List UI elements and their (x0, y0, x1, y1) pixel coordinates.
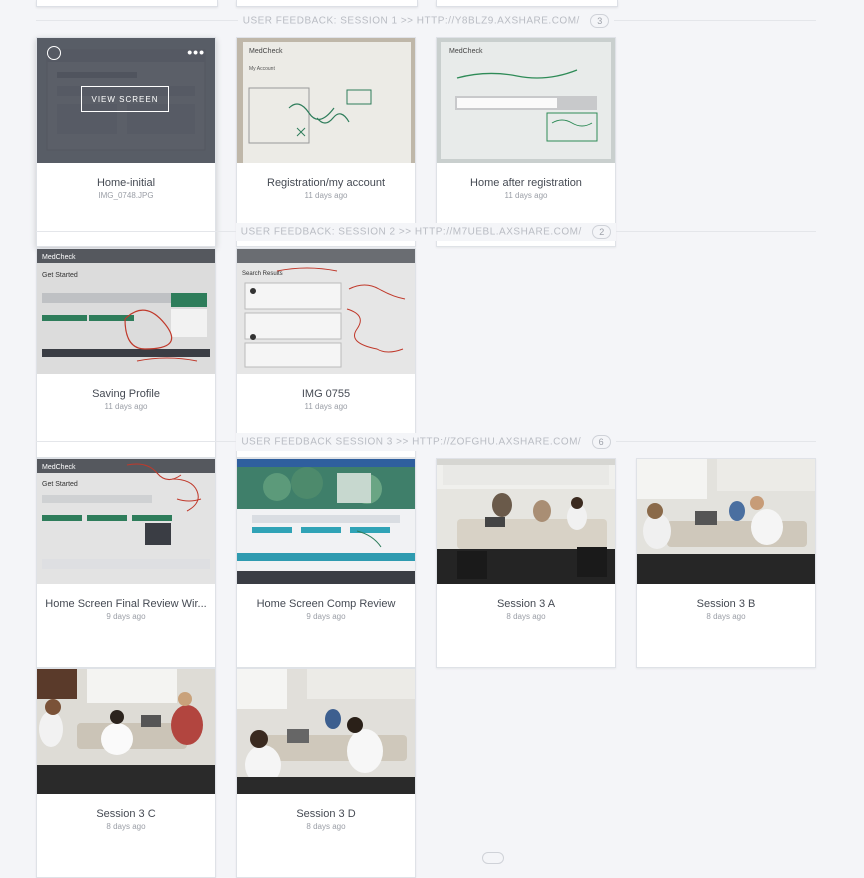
screen-thumbnail: MedCheck Get Started (37, 249, 215, 374)
brand-label: MedCheck (449, 48, 483, 55)
screen-card-home-initial[interactable]: ••• VIEW SCREEN Home-initial IMG_0748.JP… (36, 37, 216, 247)
card-subtitle: 8 days ago (706, 612, 746, 621)
screen-thumbnail (237, 669, 415, 794)
card-edge (236, 0, 418, 7)
count-badge: 2 (592, 224, 612, 239)
card-title[interactable]: Home Screen Comp Review (243, 598, 409, 610)
card-title[interactable]: Session 3 D (243, 808, 409, 820)
card-title[interactable]: Session 3 B (643, 598, 809, 610)
screen-card-home-screen-comp[interactable]: Home Screen Comp Review 9 days ago (236, 458, 416, 668)
card-title[interactable]: Home-initial (43, 177, 209, 189)
section-header: USER FEEDBACK: SESSION 1 >> HTTP://Y8BLZ… (36, 12, 816, 30)
screen-card-session-3a[interactable]: Session 3 A 8 days ago (436, 458, 616, 668)
card-title[interactable]: IMG 0755 (243, 388, 409, 400)
card-subtitle: 11 days ago (304, 402, 348, 411)
card-title[interactable]: Registration/my account (243, 177, 409, 189)
screen-card-session-3c[interactable]: Session 3 C 8 days ago (36, 668, 216, 878)
my-account-label: My Account (249, 66, 275, 72)
card-subtitle: 11 days ago (304, 191, 348, 200)
card-subtitle: IMG_0748.JPG (98, 191, 154, 200)
screen-card-session-3d[interactable]: Session 3 D 8 days ago (236, 668, 416, 878)
next-section-badge (482, 852, 504, 864)
screen-card-registration[interactable]: MedCheck My Account Registration/my acco… (236, 37, 416, 247)
section-header: USER FEEDBACK: SESSION 2 >> HTTP://M7UEB… (36, 223, 816, 241)
screen-thumbnail: MedCheck (437, 38, 615, 163)
section-title[interactable]: USER FEEDBACK: SESSION 1 >> HTTP://Y8BLZ… (243, 15, 580, 26)
more-dots-icon[interactable]: ••• (187, 45, 205, 59)
screen-thumbnail: MedCheck My Account (237, 38, 415, 163)
card-title[interactable]: Saving Profile (43, 388, 209, 400)
card-edge (36, 0, 218, 7)
card-subtitle: 8 days ago (306, 822, 346, 831)
screen-card-home-after-registration[interactable]: MedCheck Home after registration 11 days… (436, 37, 616, 247)
count-badge: 3 (590, 13, 610, 28)
card-title[interactable]: Session 3 A (443, 598, 609, 610)
get-started-label: Get Started (42, 481, 78, 488)
get-started-label: Get Started (42, 272, 78, 279)
screen-thumbnail: Search Results (237, 249, 415, 374)
card-subtitle: 11 days ago (504, 191, 548, 200)
card-edge (436, 0, 618, 7)
screen-thumbnail: MedCheck Get Started (37, 459, 215, 584)
screen-thumbnail (37, 669, 215, 794)
section-title[interactable]: USER FEEDBACK SESSION 3 >> HTTP://ZOFGHU… (241, 436, 581, 447)
card-subtitle: 9 days ago (306, 612, 346, 621)
card-title[interactable]: Home Screen Final Review Wir... (43, 598, 209, 610)
screen-card-session-3b[interactable]: Session 3 B 8 days ago (636, 458, 816, 668)
screen-card-home-screen-final[interactable]: MedCheck Get Started Home Screen Final R… (36, 458, 216, 668)
count-badge: 6 (591, 434, 611, 449)
section-header: USER FEEDBACK SESSION 3 >> HTTP://ZOFGHU… (36, 433, 816, 451)
screen-thumbnail: ••• VIEW SCREEN (37, 38, 215, 163)
card-title[interactable]: Home after registration (443, 177, 609, 189)
card-subtitle: 9 days ago (106, 612, 146, 621)
brand-label: MedCheck (42, 254, 76, 261)
card-subtitle: 11 days ago (104, 402, 148, 411)
search-results-label: Search Results (242, 271, 283, 277)
screen-card-img-0755[interactable]: Search Results IMG 0755 11 days ago (236, 248, 416, 458)
brand-label: MedCheck (42, 464, 76, 471)
brand-label: MedCheck (249, 48, 283, 55)
screen-thumbnail (437, 459, 615, 584)
card-subtitle: 8 days ago (506, 612, 546, 621)
section-title[interactable]: USER FEEDBACK: SESSION 2 >> HTTP://M7UEB… (241, 226, 582, 237)
view-screen-button[interactable]: VIEW SCREEN (81, 86, 169, 112)
screen-thumbnail (237, 459, 415, 584)
screen-thumbnail (637, 459, 815, 584)
card-subtitle: 8 days ago (106, 822, 146, 831)
card-title[interactable]: Session 3 C (43, 808, 209, 820)
screen-card-saving-profile[interactable]: MedCheck Get Started Saving Profile 11 d… (36, 248, 216, 458)
circle-select-icon[interactable] (47, 46, 61, 60)
